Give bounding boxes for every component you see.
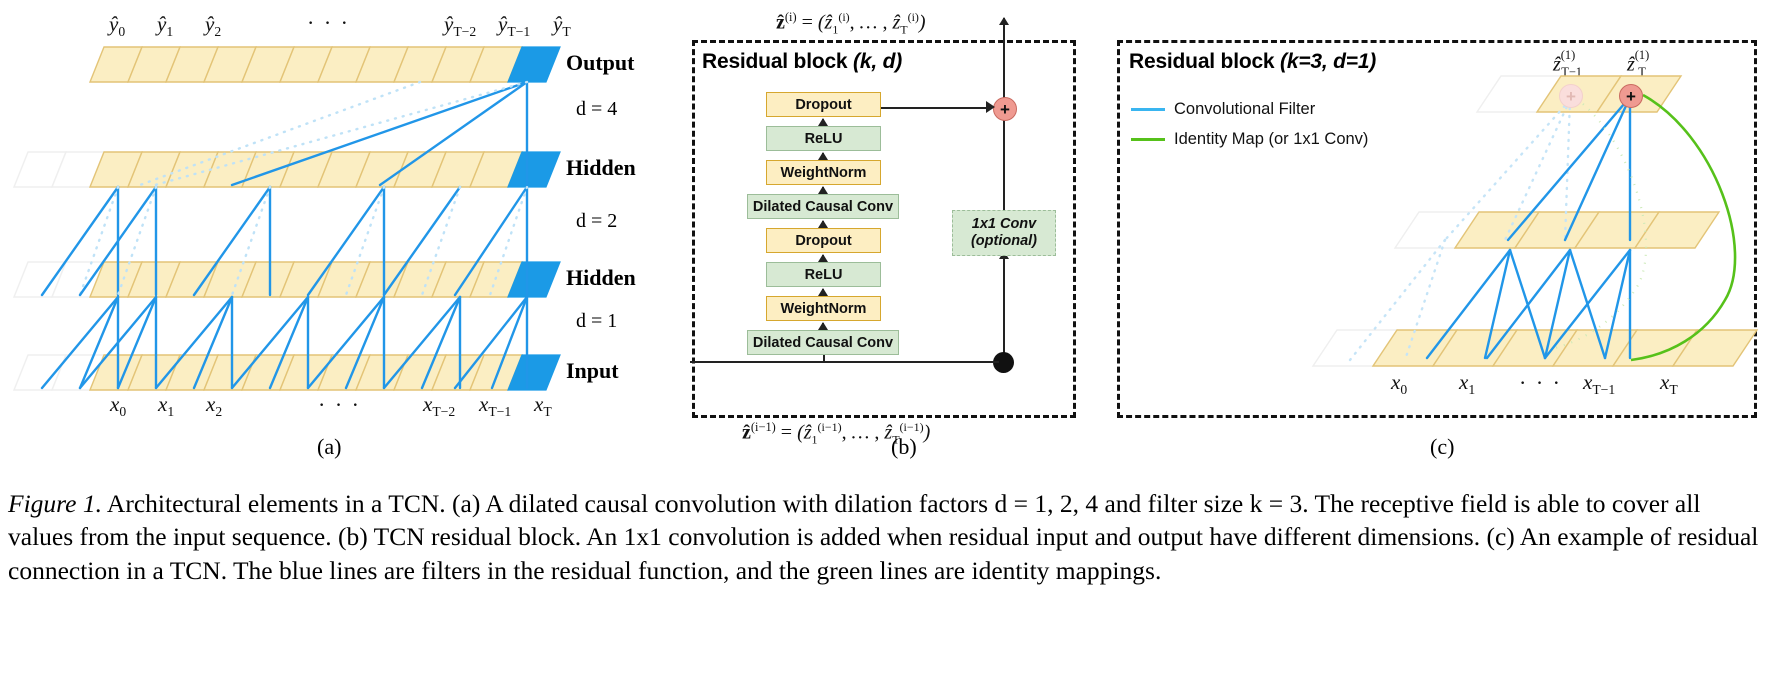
panel-b-output-formula: ẑ(i) = (ẑ1(i), … , ẑT(i)) bbox=[776, 10, 926, 37]
panel-b-op-relu-1: ReLU bbox=[766, 262, 881, 287]
panel-a-dilation-label-2: d = 2 bbox=[576, 210, 618, 232]
panel-b-input-branch-line bbox=[824, 361, 999, 363]
panel-c-bottom-label-1: x1 bbox=[1459, 370, 1476, 398]
panel-b-op-dropout-2: Dropout bbox=[766, 92, 881, 117]
panel-a-bottom-label-1: x1 bbox=[158, 392, 175, 420]
panel-c-add-node-tm1-ghost: + bbox=[1559, 84, 1583, 108]
panel-a-bottom-label-t: xT bbox=[534, 392, 552, 420]
panel-a-bottom-label-2: x2 bbox=[206, 392, 223, 420]
panel-b-1x1-conv-line1: 1x1 Conv bbox=[971, 216, 1037, 233]
panel-b-op-weightnorm-1: WeightNorm bbox=[766, 296, 881, 321]
panel-b-add-node: + bbox=[993, 97, 1017, 121]
panel-b-title: Residual block (k, d) bbox=[702, 50, 902, 74]
panel-b-op-dilated-causal-conv-1: Dilated Causal Conv bbox=[747, 330, 899, 355]
panel-a-dilation-label-1: d = 1 bbox=[576, 310, 618, 332]
panel-b-op-relu-2: ReLU bbox=[766, 126, 881, 151]
panel-b-skip-lower-line bbox=[1003, 262, 1005, 358]
panel-b-title-prefix: Residual block bbox=[702, 50, 854, 73]
figure-number-label: Figure 1. bbox=[8, 489, 102, 518]
panel-b-op-dropout-1: Dropout bbox=[766, 228, 881, 253]
panel-c-bottom-label-t: xT bbox=[1660, 370, 1678, 398]
panel-a-bottom-label-tm1: xT−1 bbox=[479, 392, 512, 420]
panel-b-residual-out-line bbox=[881, 107, 991, 109]
figure-caption-text: Architectural elements in a TCN. (a) A d… bbox=[8, 489, 1759, 585]
panel-c-add-node-t-symbol: + bbox=[1626, 86, 1636, 106]
panel-c-bottom-label-ellipsis: · · · bbox=[1519, 370, 1562, 395]
panel-a-bottom-label-tm2: xT−2 bbox=[423, 392, 456, 420]
panel-a-layer-label-input: Input bbox=[566, 358, 619, 383]
panel-b-op-weightnorm-2: WeightNorm bbox=[766, 160, 881, 185]
panel-a-layer-label-hidden-1: Hidden bbox=[566, 155, 636, 180]
panel-b-1x1-conv-box: 1x1 Conv (optional) bbox=[952, 210, 1056, 256]
panel-c-residual-connection-example: Residual block (k=3, d=1) Convolutional … bbox=[1115, 0, 1765, 430]
panel-b-1x1-conv-line2: (optional) bbox=[970, 233, 1038, 249]
panel-a-bottom-label-ellipsis: · · · bbox=[318, 392, 361, 417]
panel-c-diagram-svg: .c-cell{fill:#fbeec3;stroke:#e3c477;stro… bbox=[1311, 75, 1759, 367]
panel-a-dilation-label-4: d = 4 bbox=[576, 98, 618, 120]
panel-b-title-params: (k, d) bbox=[853, 50, 903, 73]
panel-c-add-node-t: + bbox=[1619, 84, 1643, 108]
panel-c-row-middle bbox=[1393, 211, 1721, 249]
subcaption-c: (c) bbox=[1430, 434, 1455, 459]
panel-a-row-hidden-2 bbox=[12, 151, 561, 188]
panel-b-output-arrow bbox=[999, 17, 1009, 100]
subcaption-b: (b) bbox=[891, 434, 917, 459]
panel-a-layer-label-hidden-2: Hidden bbox=[566, 265, 636, 290]
figure-root: ŷ0 ŷ1 ŷ2 · · · ŷT−2 ŷT−1 ŷT .cell{fill:#… bbox=[0, 0, 1766, 687]
panel-a-row-output bbox=[88, 46, 561, 83]
panel-b-add-node-symbol: + bbox=[1000, 99, 1010, 119]
panel-b-skip-upper-line bbox=[1003, 118, 1005, 222]
panel-b-input-entry-line bbox=[690, 361, 825, 363]
panel-a-bottom-label-0: x0 bbox=[110, 392, 127, 420]
panel-b-residual-out-arrowhead bbox=[986, 101, 995, 113]
panel-b-residual-block: ẑ(i) = (ẑ1(i), … , ẑT(i)) Residual block… bbox=[690, 0, 1110, 447]
panel-c-add-node-tm1-symbol: + bbox=[1566, 86, 1576, 106]
subcaption-a: (a) bbox=[317, 434, 342, 459]
panel-a-dilated-causal-convolution: ŷ0 ŷ1 ŷ2 · · · ŷT−2 ŷT−1 ŷT .cell{fill:#… bbox=[0, 0, 680, 430]
panel-a-layer-label-output: Output bbox=[566, 50, 635, 75]
panel-a-row-hidden-1 bbox=[12, 261, 561, 298]
figure-caption: Figure 1. Architectural elements in a TC… bbox=[8, 487, 1760, 587]
panel-c-row-bottom bbox=[1311, 329, 1759, 367]
panel-b-op-dilated-causal-conv-2: Dilated Causal Conv bbox=[747, 194, 899, 219]
panel-c-bottom-label-0: x0 bbox=[1391, 370, 1408, 398]
panel-c-bottom-label-tm1: xT−1 bbox=[1583, 370, 1616, 398]
